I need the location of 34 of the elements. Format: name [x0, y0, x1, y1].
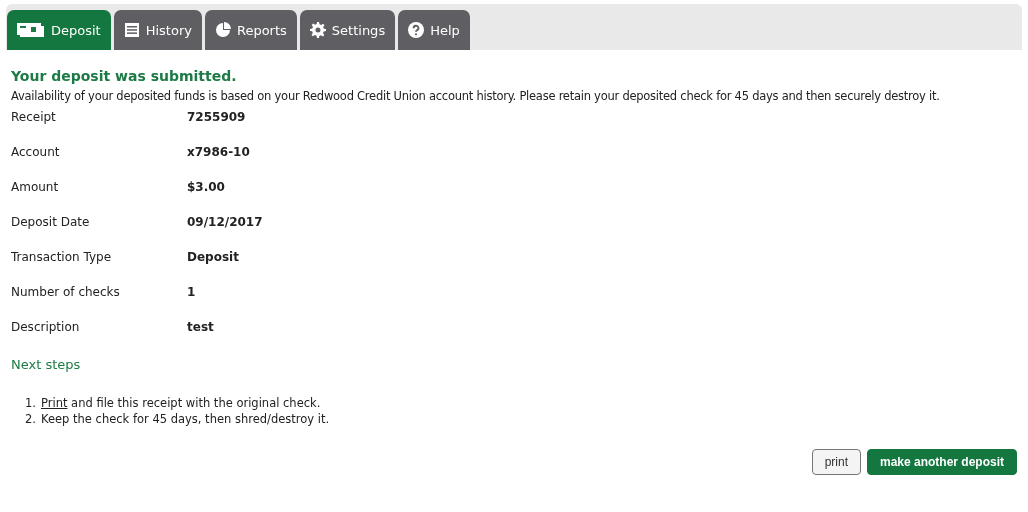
detail-label: Receipt [11, 110, 57, 124]
tab[interactable]: Settings [299, 10, 396, 50]
settings-icon [309, 22, 326, 38]
confirmation-heading: Your deposit was submitted. [11, 68, 238, 84]
pie-chart-icon [214, 22, 231, 38]
detail-value: Deposit [187, 250, 240, 264]
step-number: 1. [25, 395, 36, 411]
next-steps-heading: Next steps [11, 357, 82, 372]
step-text: Print and file this receipt with the original check. [41, 395, 321, 411]
detail-value: 09/12/2017 [187, 215, 263, 229]
detail-label: Transaction Type [11, 250, 113, 264]
detail-value: test [187, 320, 215, 334]
detail-label: Deposit Date [11, 215, 91, 229]
tab[interactable]: History [113, 10, 202, 50]
print-link[interactable]: Print [41, 396, 68, 410]
notice-text: Availability of your deposited funds is based on your Redwood Credit Union account history. Please retain your deposited check for 45 days and then securely destroy it. [11, 89, 941, 103]
detail-value: $3.00 [187, 180, 226, 194]
detail-value: 1 [187, 285, 197, 299]
help-icon [408, 22, 425, 38]
print-button[interactable]: print [811, 449, 861, 475]
detail-label: Account [11, 145, 61, 159]
detail-value: x7986-10 [187, 145, 251, 159]
detail-label: Number of checks [11, 285, 121, 299]
tab[interactable]: Deposit [7, 10, 111, 50]
step-text: Keep the check for 45 days, then shred/destroy it. [41, 411, 330, 427]
tab[interactable]: Help [398, 10, 470, 50]
detail-value: 7255909 [187, 110, 247, 124]
check-icon [17, 22, 45, 38]
make-deposit-button[interactable]: make another deposit [866, 449, 1017, 475]
list-icon [123, 22, 140, 38]
tab[interactable]: Reports [204, 10, 297, 50]
detail-label: Description [11, 320, 81, 334]
detail-label: Amount [11, 180, 60, 194]
step-number: 2. [25, 411, 36, 427]
